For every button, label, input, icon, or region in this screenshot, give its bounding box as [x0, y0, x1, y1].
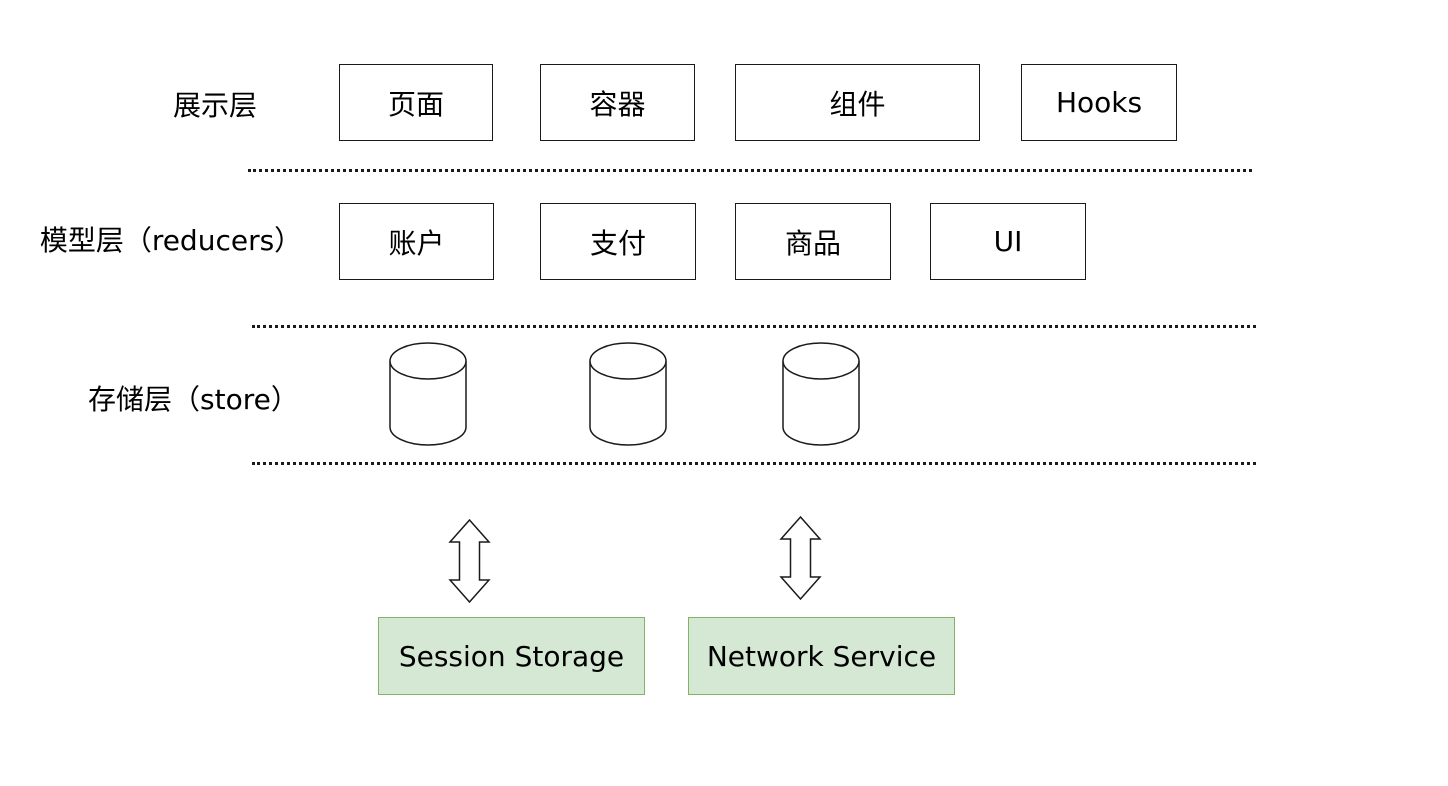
store-database-icon-3	[782, 342, 860, 446]
double-arrow-session-icon	[448, 518, 491, 604]
model-layer-label: 模型层（reducers）	[39, 224, 303, 257]
presentation-model-divider	[248, 169, 1252, 172]
product-node: 商品	[735, 203, 891, 280]
model-storage-divider	[252, 325, 1256, 328]
storage-layer-label: 存储层（store）	[88, 383, 299, 416]
presentation-layer-label: 展示层	[172, 89, 257, 122]
account-node: 账户	[339, 203, 494, 280]
session-storage-node: Session Storage	[378, 617, 645, 695]
container-node: 容器	[540, 64, 695, 141]
component-node: 组件	[735, 64, 980, 141]
hooks-node: Hooks	[1021, 64, 1177, 141]
ui-node: UI	[930, 203, 1086, 280]
payment-node: 支付	[540, 203, 696, 280]
storage-bottom-divider	[252, 462, 1256, 465]
double-arrow-network-icon	[779, 515, 822, 601]
network-service-node: Network Service	[688, 617, 955, 695]
store-database-icon-2	[589, 342, 667, 446]
store-database-icon-1	[389, 342, 467, 446]
page-node: 页面	[339, 64, 493, 141]
